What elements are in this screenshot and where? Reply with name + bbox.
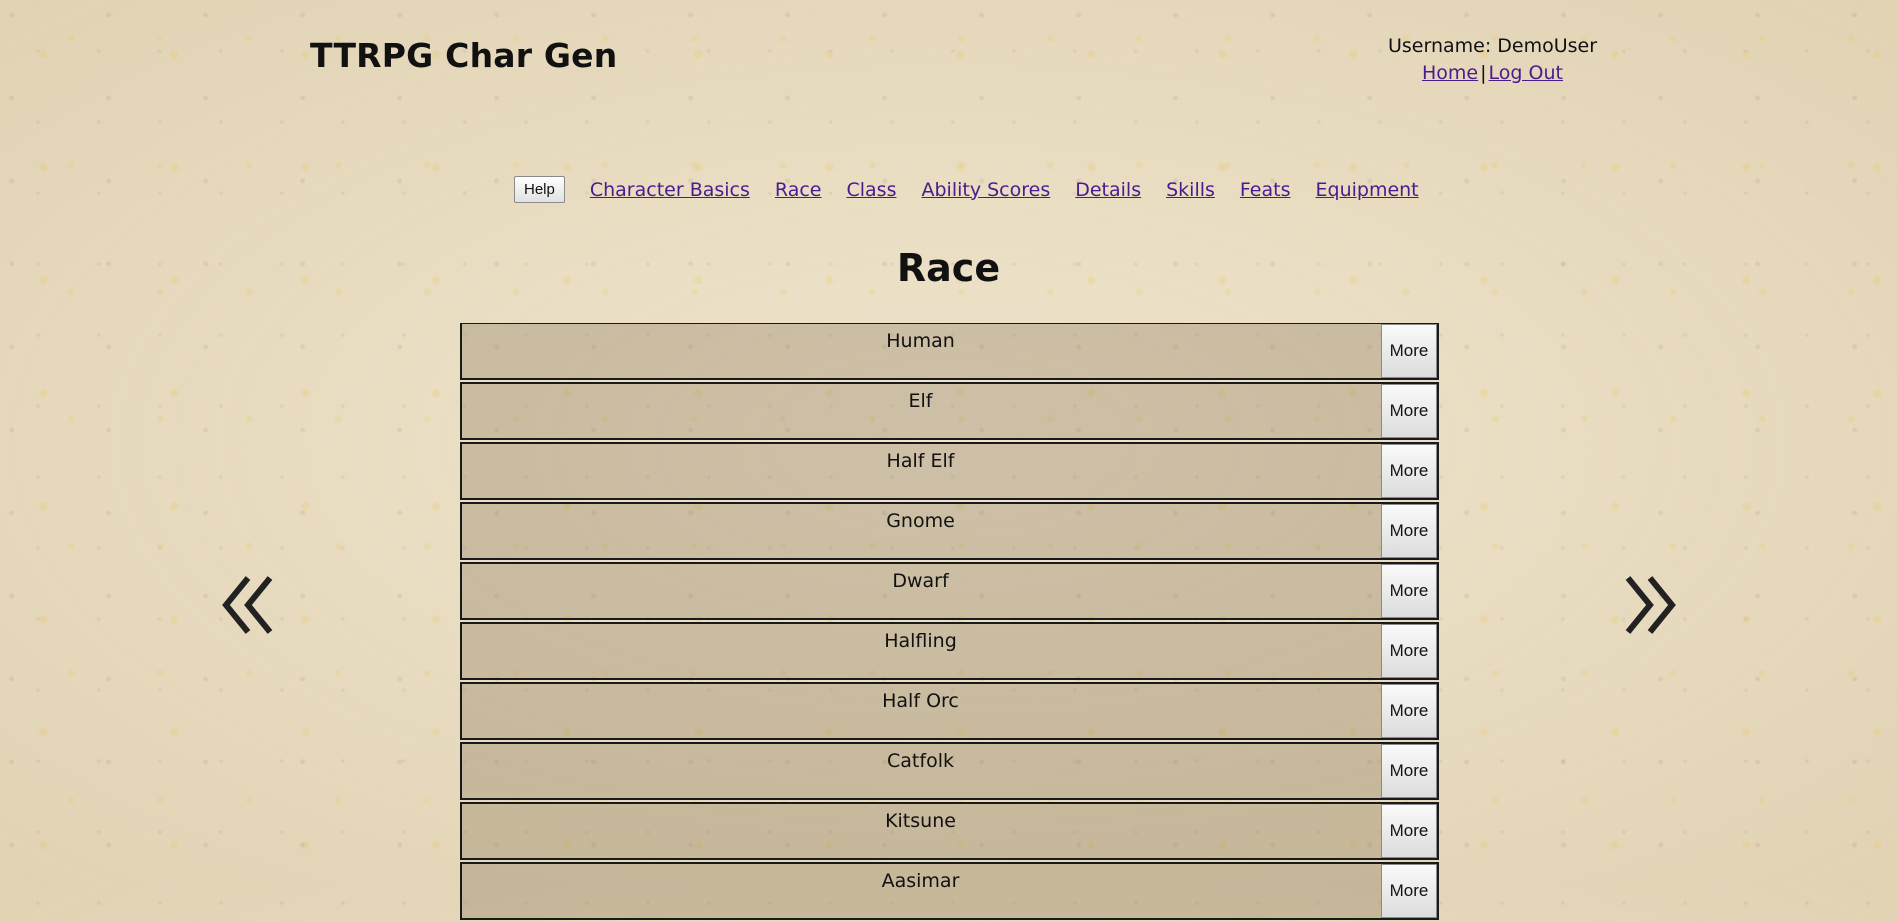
tab-equipment[interactable]: Equipment xyxy=(1316,179,1419,201)
more-button-catfolk[interactable]: More xyxy=(1381,744,1437,798)
link-separator: | xyxy=(1480,62,1487,84)
tab-class[interactable]: Class xyxy=(846,179,896,201)
more-button-elf[interactable]: More xyxy=(1381,384,1437,438)
race-list: Human More Elf More Half Elf More Gnome … xyxy=(460,323,1439,922)
race-name: Catfolk xyxy=(887,750,954,772)
race-row-kitsune: Kitsune More xyxy=(460,802,1439,860)
race-row-dwarf: Dwarf More xyxy=(460,562,1439,620)
race-row-halfling: Halfling More xyxy=(460,622,1439,680)
user-links: Home | Log Out xyxy=(1340,60,1645,87)
username-label: Username: DemoUser xyxy=(1387,35,1598,57)
next-page-button[interactable] xyxy=(1618,570,1678,640)
race-name: Half Orc xyxy=(882,690,959,712)
help-button[interactable]: Help xyxy=(514,176,565,203)
tab-race[interactable]: Race xyxy=(775,179,822,201)
user-box: Username: DemoUser Home | Log Out xyxy=(1340,33,1645,87)
tab-details[interactable]: Details xyxy=(1075,179,1141,201)
race-name: Aasimar xyxy=(881,870,960,892)
race-row-aasimar: Aasimar More xyxy=(460,862,1439,920)
tab-character-basics[interactable]: Character Basics xyxy=(590,179,750,201)
race-row-half-orc: Half Orc More xyxy=(460,682,1439,740)
race-name: Halfling xyxy=(884,630,957,652)
step-nav: Help Character Basics Race Class Ability… xyxy=(514,176,1444,203)
more-button-half-elf[interactable]: More xyxy=(1381,444,1437,498)
tab-feats[interactable]: Feats xyxy=(1240,179,1291,201)
more-button-kitsune[interactable]: More xyxy=(1381,804,1437,858)
race-name: Half Elf xyxy=(886,450,955,472)
home-link[interactable]: Home xyxy=(1422,62,1478,84)
page-title: Race xyxy=(896,246,1001,290)
double-chevron-left-icon xyxy=(222,576,273,634)
prev-page-button[interactable] xyxy=(220,570,280,640)
tab-skills[interactable]: Skills xyxy=(1166,179,1215,201)
race-row-elf: Elf More xyxy=(460,382,1439,440)
double-chevron-right-icon xyxy=(1625,576,1676,634)
more-button-aasimar[interactable]: More xyxy=(1381,864,1437,918)
more-button-human[interactable]: More xyxy=(1381,324,1437,378)
more-button-gnome[interactable]: More xyxy=(1381,504,1437,558)
race-name: Kitsune xyxy=(885,810,956,832)
race-row-half-elf: Half Elf More xyxy=(460,442,1439,500)
more-button-half-orc[interactable]: More xyxy=(1381,684,1437,738)
race-name: Dwarf xyxy=(892,570,949,592)
tab-ability-scores[interactable]: Ability Scores xyxy=(921,179,1050,201)
race-row-human: Human More xyxy=(460,323,1439,380)
site-title: TTRPG Char Gen xyxy=(310,36,618,75)
more-button-halfling[interactable]: More xyxy=(1381,624,1437,678)
race-row-gnome: Gnome More xyxy=(460,502,1439,560)
race-name: Gnome xyxy=(886,510,955,532)
race-row-catfolk: Catfolk More xyxy=(460,742,1439,800)
race-name: Human xyxy=(886,330,955,352)
logout-link[interactable]: Log Out xyxy=(1489,62,1563,84)
race-name: Elf xyxy=(908,390,933,412)
more-button-dwarf[interactable]: More xyxy=(1381,564,1437,618)
